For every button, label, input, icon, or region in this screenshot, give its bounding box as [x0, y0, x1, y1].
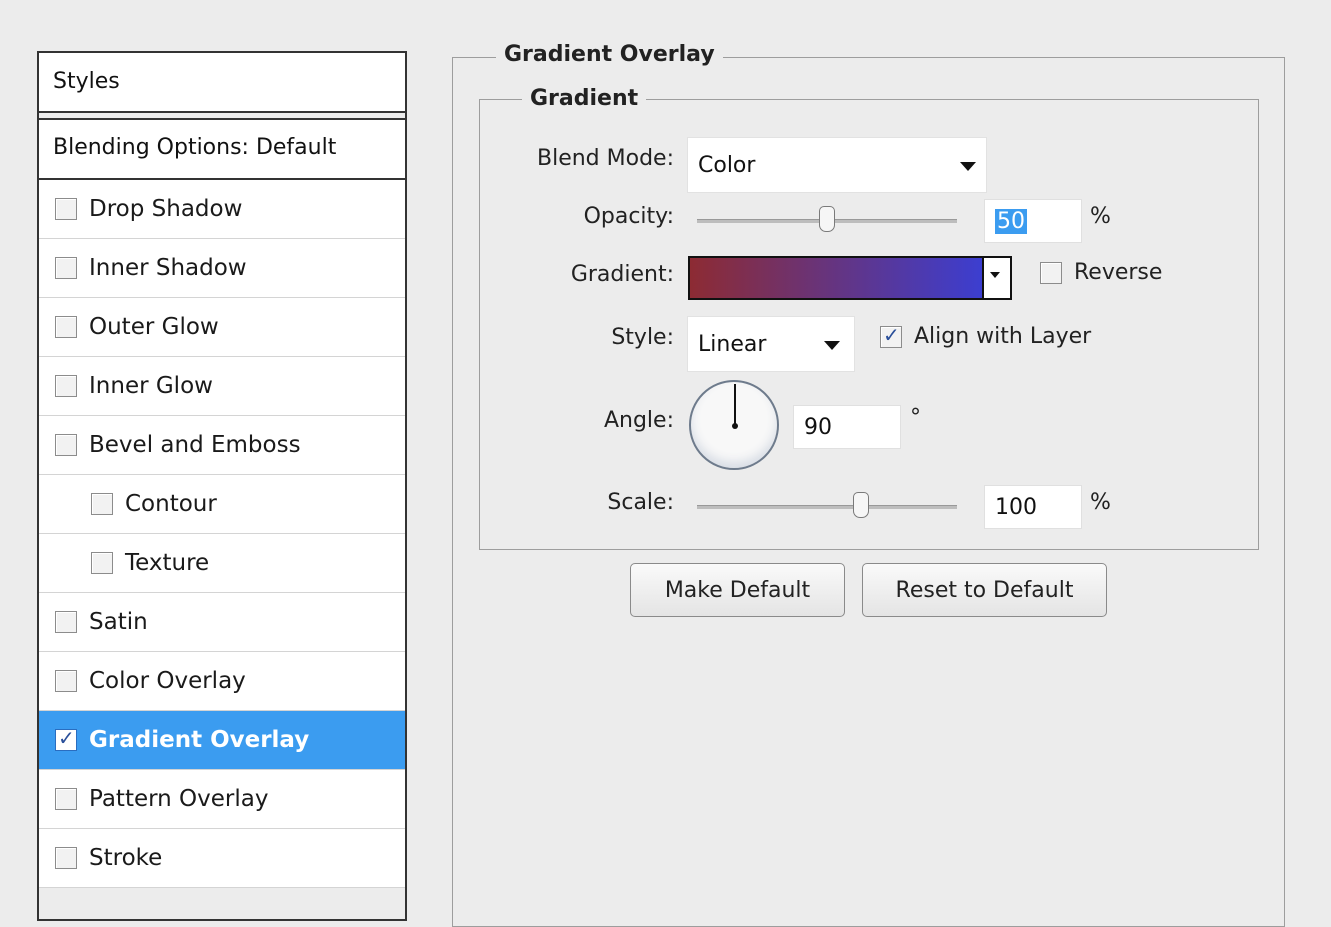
style-item-label: Satin [89, 609, 148, 635]
style-item-label: Inner Shadow [89, 255, 247, 281]
angle-indicator [734, 384, 736, 426]
style-item-label: Texture [125, 550, 210, 576]
chevron-down-icon [824, 341, 840, 350]
gradient-swatch[interactable] [688, 256, 984, 300]
style-item-contour[interactable]: Contour [39, 475, 405, 534]
style-checkbox[interactable] [55, 198, 77, 220]
style-checkbox[interactable] [55, 726, 77, 751]
style-item-label: Bevel and Emboss [89, 432, 301, 458]
reverse-checkbox-label[interactable]: Reverse [1040, 260, 1162, 285]
scale-label: Scale: [607, 490, 674, 515]
scale-unit: % [1090, 490, 1111, 515]
style-checkbox[interactable] [55, 375, 77, 397]
blend-mode-value: Color [698, 152, 756, 178]
styles-panel: Styles Blending Options: Default Drop Sh… [37, 51, 407, 921]
scale-value: 100 [995, 494, 1037, 520]
angle-unit: ° [910, 405, 921, 430]
angle-label: Angle: [603, 408, 674, 433]
style-checkbox[interactable] [91, 493, 113, 515]
blend-mode-select[interactable]: Color [687, 137, 987, 193]
style-select[interactable]: Linear [687, 316, 855, 372]
style-checkbox[interactable] [55, 316, 77, 338]
style-item-pattern-overlay[interactable]: Pattern Overlay [39, 770, 405, 829]
style-item-bevel-and-emboss[interactable]: Bevel and Emboss [39, 416, 405, 475]
style-value: Linear [698, 331, 767, 357]
scale-input[interactable]: 100 [984, 485, 1082, 529]
blend-mode-label: Blend Mode: [537, 146, 674, 171]
style-item-texture[interactable]: Texture [39, 534, 405, 593]
align-with-layer-label: Align with Layer [914, 324, 1092, 349]
style-item-satin[interactable]: Satin [39, 593, 405, 652]
angle-dial[interactable] [689, 380, 779, 470]
reverse-checkbox[interactable] [1040, 261, 1062, 284]
style-item-label: Drop Shadow [89, 196, 243, 222]
style-item-stroke[interactable]: Stroke [39, 829, 405, 888]
opacity-input[interactable]: 50 [984, 199, 1082, 243]
style-item-outer-glow[interactable]: Outer Glow [39, 298, 405, 357]
scale-slider[interactable] [697, 505, 957, 509]
style-item-label: Gradient Overlay [89, 727, 310, 753]
align-with-layer-checkbox[interactable] [880, 323, 902, 348]
style-checkbox[interactable] [55, 434, 77, 456]
opacity-label: Opacity: [583, 204, 674, 229]
styles-header[interactable]: Styles [39, 53, 405, 113]
style-checkbox[interactable] [55, 611, 77, 633]
angle-center-dot [732, 423, 738, 429]
style-checkbox[interactable] [55, 847, 77, 869]
style-checkbox[interactable] [55, 670, 77, 692]
reset-to-default-button[interactable]: Reset to Default [862, 563, 1107, 617]
scale-slider-handle[interactable] [852, 492, 869, 518]
chevron-down-icon [960, 162, 976, 171]
style-item-inner-glow[interactable]: Inner Glow [39, 357, 405, 416]
opacity-unit: % [1090, 204, 1111, 229]
style-item-label: Color Overlay [89, 668, 246, 694]
style-item-inner-shadow[interactable]: Inner Shadow [39, 239, 405, 298]
style-item-color-overlay[interactable]: Color Overlay [39, 652, 405, 711]
style-item-label: Outer Glow [89, 314, 219, 340]
angle-input[interactable]: 90 [793, 405, 901, 449]
blending-options-item[interactable]: Blending Options: Default [39, 120, 405, 180]
opacity-slider-handle[interactable] [819, 206, 835, 232]
style-list: Drop Shadow Inner Shadow Outer Glow Inner G… [39, 180, 405, 888]
style-checkbox[interactable] [55, 788, 77, 810]
angle-value: 90 [804, 414, 832, 440]
gradient-label: Gradient: [570, 262, 674, 287]
gradient-picker-dropdown[interactable] [982, 256, 1012, 300]
style-item-drop-shadow[interactable]: Drop Shadow [39, 180, 405, 239]
align-with-layer-checkbox-label[interactable]: Align with Layer [880, 323, 1092, 349]
opacity-value: 50 [995, 208, 1027, 234]
style-checkbox[interactable] [55, 257, 77, 279]
style-item-label: Stroke [89, 845, 163, 871]
reverse-label: Reverse [1074, 260, 1163, 285]
gradient-overlay-title: Gradient Overlay [496, 42, 723, 67]
styles-divider [39, 113, 405, 120]
style-item-label: Pattern Overlay [89, 786, 269, 812]
style-item-gradient-overlay[interactable]: Gradient Overlay [39, 711, 405, 770]
style-item-label: Inner Glow [89, 373, 213, 399]
make-default-button[interactable]: Make Default [630, 563, 845, 617]
style-item-label: Contour [125, 491, 217, 517]
gradient-group-title: Gradient [522, 86, 647, 111]
style-checkbox[interactable] [91, 552, 113, 574]
style-label: Style: [611, 325, 674, 350]
